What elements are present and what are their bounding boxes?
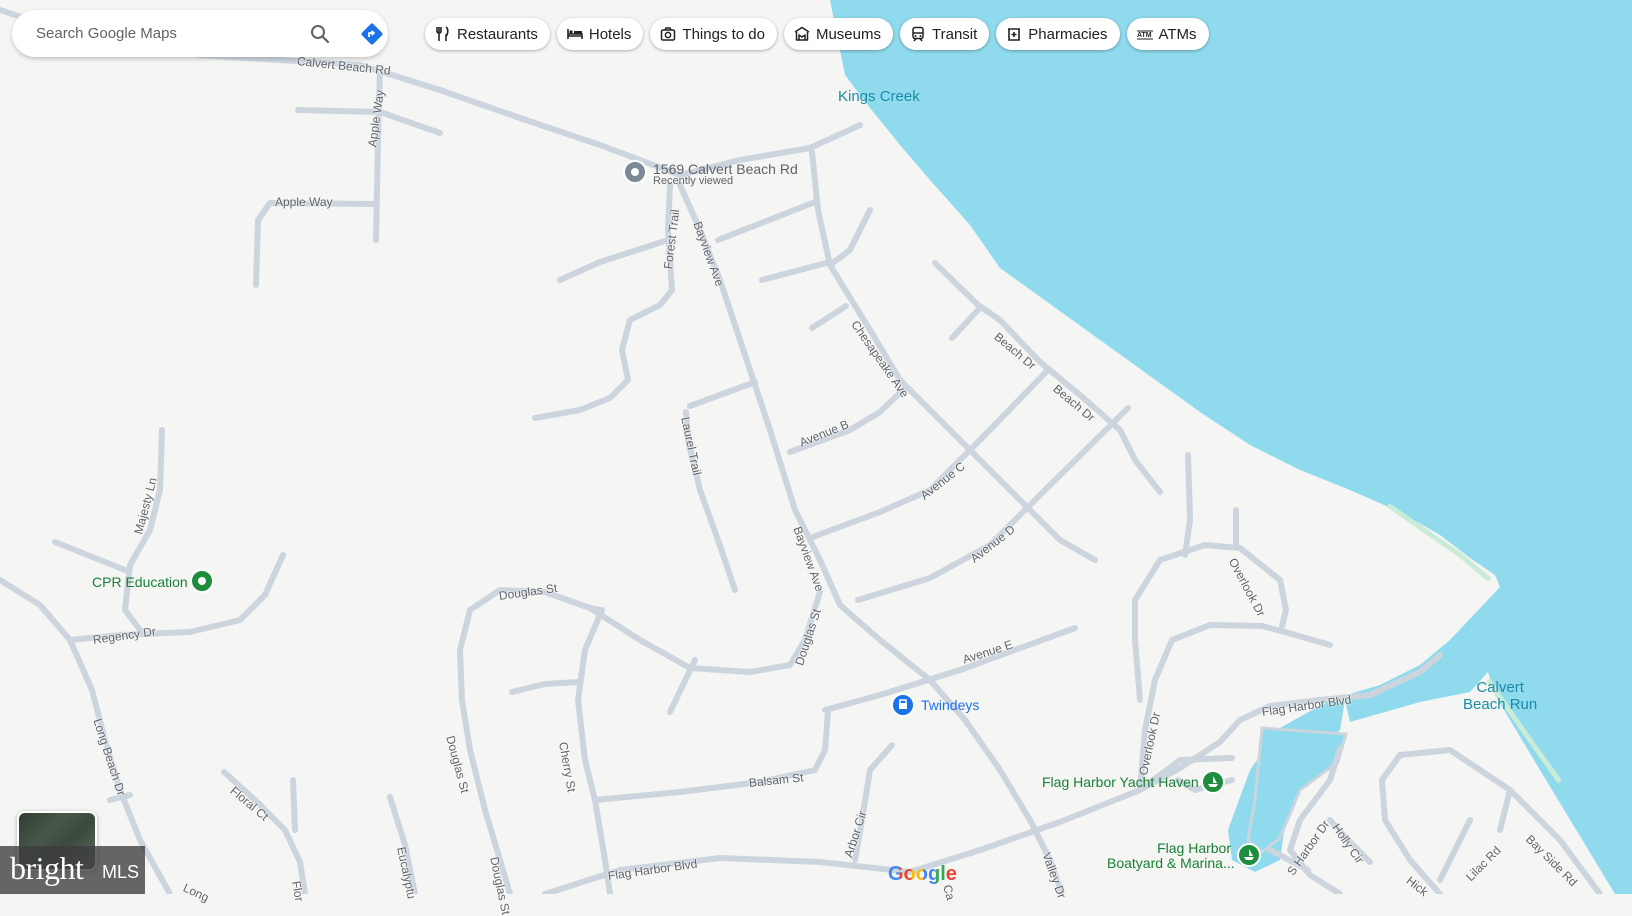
boatyard-label[interactable]: Flag Harbor Boatyard & Marina... [1107,840,1235,871]
chip-restaurants[interactable]: Restaurants [425,18,550,50]
svg-text:ATM: ATM [1137,32,1152,39]
calvert-beach-run-label: Calvert Beach Run [1463,679,1537,713]
atm-icon: ATM [1136,26,1153,42]
chip-transit-label: Transit [932,25,978,43]
chip-hotels-label: Hotels [588,25,632,43]
yacht-haven-label[interactable]: Flag Harbor Yacht Haven [1042,774,1199,790]
calvert-beach-run-line1: Calvert [1476,679,1524,696]
mls-brand-text: bright [10,850,84,886]
cpr-marker [190,569,214,593]
chip-pharmacies[interactable]: Pharmacies [996,18,1120,50]
chip-pharmacies-label: Pharmacies [1028,25,1108,43]
street-apple-way: Apple Way [275,195,333,209]
address-marker [623,160,647,184]
chip-transit[interactable]: Transit [900,18,990,50]
chip-museums[interactable]: Museums [783,18,893,50]
google-logo: Google [888,863,957,886]
chip-things-to-do-label: Things to do [682,25,765,43]
chip-museums-label: Museums [815,25,881,43]
chip-atms[interactable]: ATM ATMs [1126,18,1209,50]
google-logo-text: Google [888,863,957,885]
map-canvas[interactable] [0,0,1632,894]
search-box[interactable]: Search Google Maps [12,10,388,57]
boatyard-line1: Flag Harbor [1157,840,1231,856]
category-chips: Restaurants Hotels Things to do Museums … [425,18,1209,50]
train-icon [910,26,926,42]
pharmacy-icon [1006,26,1022,42]
boatyard-line2: Boatyard & Marina... [1107,855,1235,871]
mls-suffix-text: MLS [102,862,140,882]
bright-mls-watermark: bright MLS [0,846,145,894]
chip-atms-label: ATMs [1158,25,1197,43]
chip-things-to-do[interactable]: Things to do [650,18,777,50]
camera-icon [660,26,676,42]
address-label[interactable]: 1569 Calvert Beach Rd Recently viewed [653,161,798,187]
bed-icon [567,26,583,42]
museum-icon [794,26,810,42]
chip-restaurants-label: Restaurants [457,25,538,43]
yacht-marker [1201,770,1225,794]
kings-creek-label: Kings Creek [838,88,920,105]
chip-hotels[interactable]: Hotels [556,18,644,50]
twindeys-label[interactable]: Twindeys [921,697,979,713]
calvert-beach-run-line2: Beach Run [1463,696,1538,713]
fork-knife-icon [435,26,451,42]
search-input[interactable]: Search Google Maps [36,25,177,42]
boatyard-marker [1237,843,1261,867]
cpr-education-label[interactable]: CPR Education [92,574,188,590]
search-icon[interactable] [308,22,332,46]
directions-icon[interactable] [360,22,384,46]
twindeys-marker [891,693,915,717]
